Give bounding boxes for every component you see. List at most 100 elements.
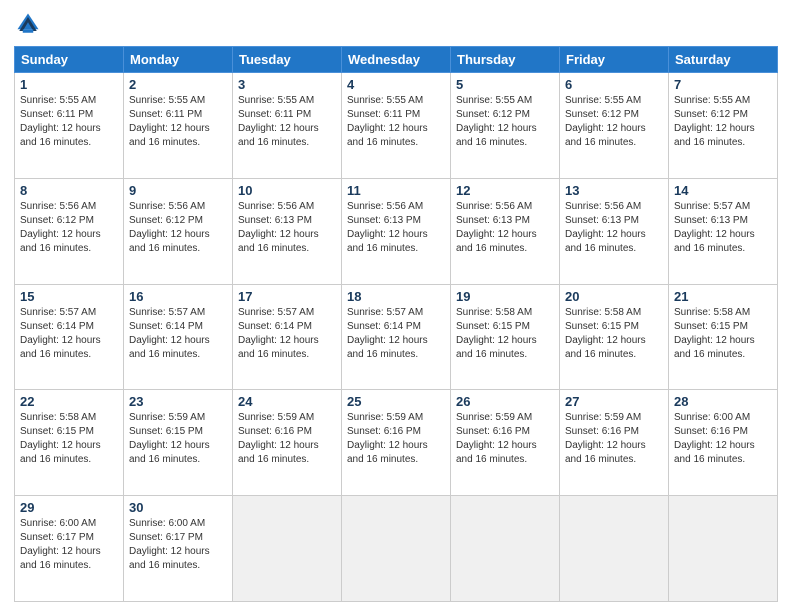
day-info: Sunrise: 6:00 AM Sunset: 6:16 PM Dayligh… xyxy=(674,411,772,467)
day-number: 5 xyxy=(456,77,554,92)
day-number: 21 xyxy=(674,289,772,304)
calendar-week-5: 29 Sunrise: 6:00 AM Sunset: 6:17 PM Dayl… xyxy=(15,496,778,602)
day-number: 27 xyxy=(565,394,663,409)
day-number: 30 xyxy=(129,500,227,515)
day-number: 12 xyxy=(456,183,554,198)
calendar-cell: 8 Sunrise: 5:56 AM Sunset: 6:12 PM Dayli… xyxy=(15,178,124,284)
calendar-cell: 13 Sunrise: 5:56 AM Sunset: 6:13 PM Dayl… xyxy=(560,178,669,284)
calendar-cell: 15 Sunrise: 5:57 AM Sunset: 6:14 PM Dayl… xyxy=(15,284,124,390)
logo-icon xyxy=(14,10,42,38)
calendar-header-saturday: Saturday xyxy=(669,47,778,73)
day-number: 24 xyxy=(238,394,336,409)
day-number: 18 xyxy=(347,289,445,304)
day-info: Sunrise: 5:56 AM Sunset: 6:13 PM Dayligh… xyxy=(238,200,336,256)
day-number: 7 xyxy=(674,77,772,92)
day-number: 17 xyxy=(238,289,336,304)
logo xyxy=(14,10,46,38)
calendar-cell: 23 Sunrise: 5:59 AM Sunset: 6:15 PM Dayl… xyxy=(124,390,233,496)
calendar-cell: 4 Sunrise: 5:55 AM Sunset: 6:11 PM Dayli… xyxy=(342,73,451,179)
calendar-week-3: 15 Sunrise: 5:57 AM Sunset: 6:14 PM Dayl… xyxy=(15,284,778,390)
calendar-cell: 3 Sunrise: 5:55 AM Sunset: 6:11 PM Dayli… xyxy=(233,73,342,179)
day-info: Sunrise: 5:57 AM Sunset: 6:14 PM Dayligh… xyxy=(20,306,118,362)
day-number: 23 xyxy=(129,394,227,409)
calendar-cell xyxy=(560,496,669,602)
day-number: 14 xyxy=(674,183,772,198)
day-info: Sunrise: 6:00 AM Sunset: 6:17 PM Dayligh… xyxy=(129,517,227,573)
calendar-header-thursday: Thursday xyxy=(451,47,560,73)
calendar-cell: 21 Sunrise: 5:58 AM Sunset: 6:15 PM Dayl… xyxy=(669,284,778,390)
calendar-cell: 19 Sunrise: 5:58 AM Sunset: 6:15 PM Dayl… xyxy=(451,284,560,390)
calendar-cell: 27 Sunrise: 5:59 AM Sunset: 6:16 PM Dayl… xyxy=(560,390,669,496)
day-number: 15 xyxy=(20,289,118,304)
calendar-cell: 24 Sunrise: 5:59 AM Sunset: 6:16 PM Dayl… xyxy=(233,390,342,496)
calendar-header-sunday: Sunday xyxy=(15,47,124,73)
calendar-cell: 2 Sunrise: 5:55 AM Sunset: 6:11 PM Dayli… xyxy=(124,73,233,179)
calendar-cell: 17 Sunrise: 5:57 AM Sunset: 6:14 PM Dayl… xyxy=(233,284,342,390)
day-number: 8 xyxy=(20,183,118,198)
calendar-header-monday: Monday xyxy=(124,47,233,73)
calendar-cell: 26 Sunrise: 5:59 AM Sunset: 6:16 PM Dayl… xyxy=(451,390,560,496)
calendar-cell: 25 Sunrise: 5:59 AM Sunset: 6:16 PM Dayl… xyxy=(342,390,451,496)
calendar-cell: 5 Sunrise: 5:55 AM Sunset: 6:12 PM Dayli… xyxy=(451,73,560,179)
day-number: 29 xyxy=(20,500,118,515)
calendar-cell: 9 Sunrise: 5:56 AM Sunset: 6:12 PM Dayli… xyxy=(124,178,233,284)
day-number: 9 xyxy=(129,183,227,198)
day-info: Sunrise: 5:58 AM Sunset: 6:15 PM Dayligh… xyxy=(20,411,118,467)
day-info: Sunrise: 5:57 AM Sunset: 6:14 PM Dayligh… xyxy=(238,306,336,362)
calendar-cell: 18 Sunrise: 5:57 AM Sunset: 6:14 PM Dayl… xyxy=(342,284,451,390)
page: SundayMondayTuesdayWednesdayThursdayFrid… xyxy=(0,0,792,612)
day-info: Sunrise: 5:58 AM Sunset: 6:15 PM Dayligh… xyxy=(674,306,772,362)
day-info: Sunrise: 5:59 AM Sunset: 6:16 PM Dayligh… xyxy=(238,411,336,467)
calendar-header-tuesday: Tuesday xyxy=(233,47,342,73)
day-info: Sunrise: 5:57 AM Sunset: 6:14 PM Dayligh… xyxy=(129,306,227,362)
day-info: Sunrise: 5:56 AM Sunset: 6:13 PM Dayligh… xyxy=(565,200,663,256)
day-info: Sunrise: 5:55 AM Sunset: 6:11 PM Dayligh… xyxy=(238,94,336,150)
day-number: 4 xyxy=(347,77,445,92)
calendar-cell xyxy=(451,496,560,602)
calendar-cell xyxy=(233,496,342,602)
day-number: 10 xyxy=(238,183,336,198)
day-info: Sunrise: 5:59 AM Sunset: 6:16 PM Dayligh… xyxy=(347,411,445,467)
day-info: Sunrise: 5:55 AM Sunset: 6:12 PM Dayligh… xyxy=(565,94,663,150)
calendar-cell: 29 Sunrise: 6:00 AM Sunset: 6:17 PM Dayl… xyxy=(15,496,124,602)
calendar-table: SundayMondayTuesdayWednesdayThursdayFrid… xyxy=(14,46,778,602)
calendar-cell: 7 Sunrise: 5:55 AM Sunset: 6:12 PM Dayli… xyxy=(669,73,778,179)
day-info: Sunrise: 5:55 AM Sunset: 6:12 PM Dayligh… xyxy=(674,94,772,150)
calendar-cell: 1 Sunrise: 5:55 AM Sunset: 6:11 PM Dayli… xyxy=(15,73,124,179)
day-info: Sunrise: 5:58 AM Sunset: 6:15 PM Dayligh… xyxy=(456,306,554,362)
calendar-cell: 11 Sunrise: 5:56 AM Sunset: 6:13 PM Dayl… xyxy=(342,178,451,284)
day-info: Sunrise: 5:55 AM Sunset: 6:11 PM Dayligh… xyxy=(129,94,227,150)
header xyxy=(14,10,778,38)
day-number: 26 xyxy=(456,394,554,409)
calendar-cell: 20 Sunrise: 5:58 AM Sunset: 6:15 PM Dayl… xyxy=(560,284,669,390)
day-number: 13 xyxy=(565,183,663,198)
day-info: Sunrise: 6:00 AM Sunset: 6:17 PM Dayligh… xyxy=(20,517,118,573)
day-number: 3 xyxy=(238,77,336,92)
calendar-cell: 12 Sunrise: 5:56 AM Sunset: 6:13 PM Dayl… xyxy=(451,178,560,284)
calendar-cell: 30 Sunrise: 6:00 AM Sunset: 6:17 PM Dayl… xyxy=(124,496,233,602)
day-number: 28 xyxy=(674,394,772,409)
day-info: Sunrise: 5:56 AM Sunset: 6:12 PM Dayligh… xyxy=(129,200,227,256)
day-number: 2 xyxy=(129,77,227,92)
day-number: 1 xyxy=(20,77,118,92)
day-info: Sunrise: 5:56 AM Sunset: 6:13 PM Dayligh… xyxy=(456,200,554,256)
calendar-cell: 28 Sunrise: 6:00 AM Sunset: 6:16 PM Dayl… xyxy=(669,390,778,496)
calendar-cell: 16 Sunrise: 5:57 AM Sunset: 6:14 PM Dayl… xyxy=(124,284,233,390)
day-number: 16 xyxy=(129,289,227,304)
day-info: Sunrise: 5:55 AM Sunset: 6:12 PM Dayligh… xyxy=(456,94,554,150)
day-info: Sunrise: 5:56 AM Sunset: 6:12 PM Dayligh… xyxy=(20,200,118,256)
calendar-header-row: SundayMondayTuesdayWednesdayThursdayFrid… xyxy=(15,47,778,73)
day-number: 11 xyxy=(347,183,445,198)
calendar-week-4: 22 Sunrise: 5:58 AM Sunset: 6:15 PM Dayl… xyxy=(15,390,778,496)
day-info: Sunrise: 5:59 AM Sunset: 6:16 PM Dayligh… xyxy=(456,411,554,467)
day-number: 19 xyxy=(456,289,554,304)
calendar-header-friday: Friday xyxy=(560,47,669,73)
day-number: 22 xyxy=(20,394,118,409)
day-info: Sunrise: 5:55 AM Sunset: 6:11 PM Dayligh… xyxy=(20,94,118,150)
calendar-cell: 22 Sunrise: 5:58 AM Sunset: 6:15 PM Dayl… xyxy=(15,390,124,496)
day-info: Sunrise: 5:59 AM Sunset: 6:16 PM Dayligh… xyxy=(565,411,663,467)
day-number: 20 xyxy=(565,289,663,304)
calendar-week-2: 8 Sunrise: 5:56 AM Sunset: 6:12 PM Dayli… xyxy=(15,178,778,284)
calendar-cell xyxy=(342,496,451,602)
day-info: Sunrise: 5:59 AM Sunset: 6:15 PM Dayligh… xyxy=(129,411,227,467)
